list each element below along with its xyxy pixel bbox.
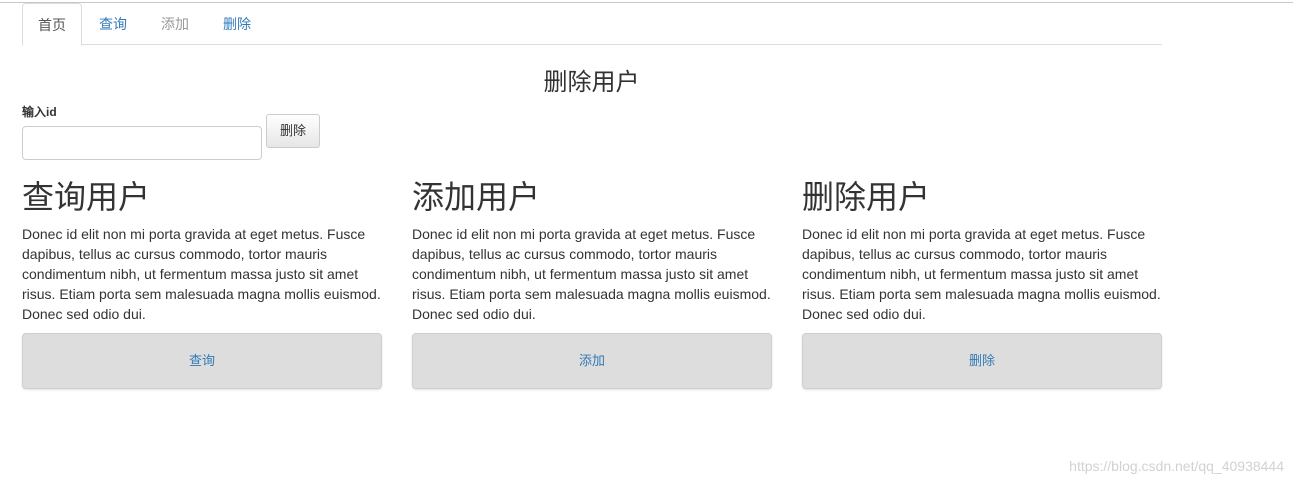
card-heading: 删除用户 (802, 179, 931, 215)
card-delete: 删除用户 Donec id elit non mi porta gravida … (802, 176, 1162, 389)
query-button[interactable]: 查询 (22, 333, 382, 389)
card-body: Donec id elit non mi porta gravida at eg… (412, 226, 771, 322)
tab-home[interactable]: 首页 (22, 3, 82, 46)
watermark: https://blog.csdn.net/qq_40938444 (1069, 458, 1284, 474)
card-query: 查询用户 Donec id elit non mi porta gravida … (22, 176, 382, 389)
card-body: Donec id elit non mi porta gravida at eg… (22, 226, 381, 322)
card-heading: 查询用户 (22, 179, 151, 215)
delete-button[interactable]: 删除 (802, 333, 1162, 389)
add-button[interactable]: 添加 (412, 333, 772, 389)
tab-query[interactable]: 查询 (88, 3, 138, 45)
delete-submit-button[interactable]: 删除 (266, 114, 320, 148)
card-body: Donec id elit non mi porta gravida at eg… (802, 226, 1161, 322)
tab-delete[interactable]: 删除 (212, 3, 262, 45)
id-input[interactable] (22, 126, 262, 160)
id-field-label: 输入id (22, 105, 57, 119)
card-heading: 添加用户 (412, 179, 541, 215)
card-add: 添加用户 Donec id elit non mi porta gravida … (412, 176, 772, 389)
tab-add[interactable]: 添加 (150, 3, 200, 45)
nav-tabs: 首页 查询 添加 删除 (22, 3, 1162, 46)
page-title: 删除用户 (543, 69, 640, 96)
